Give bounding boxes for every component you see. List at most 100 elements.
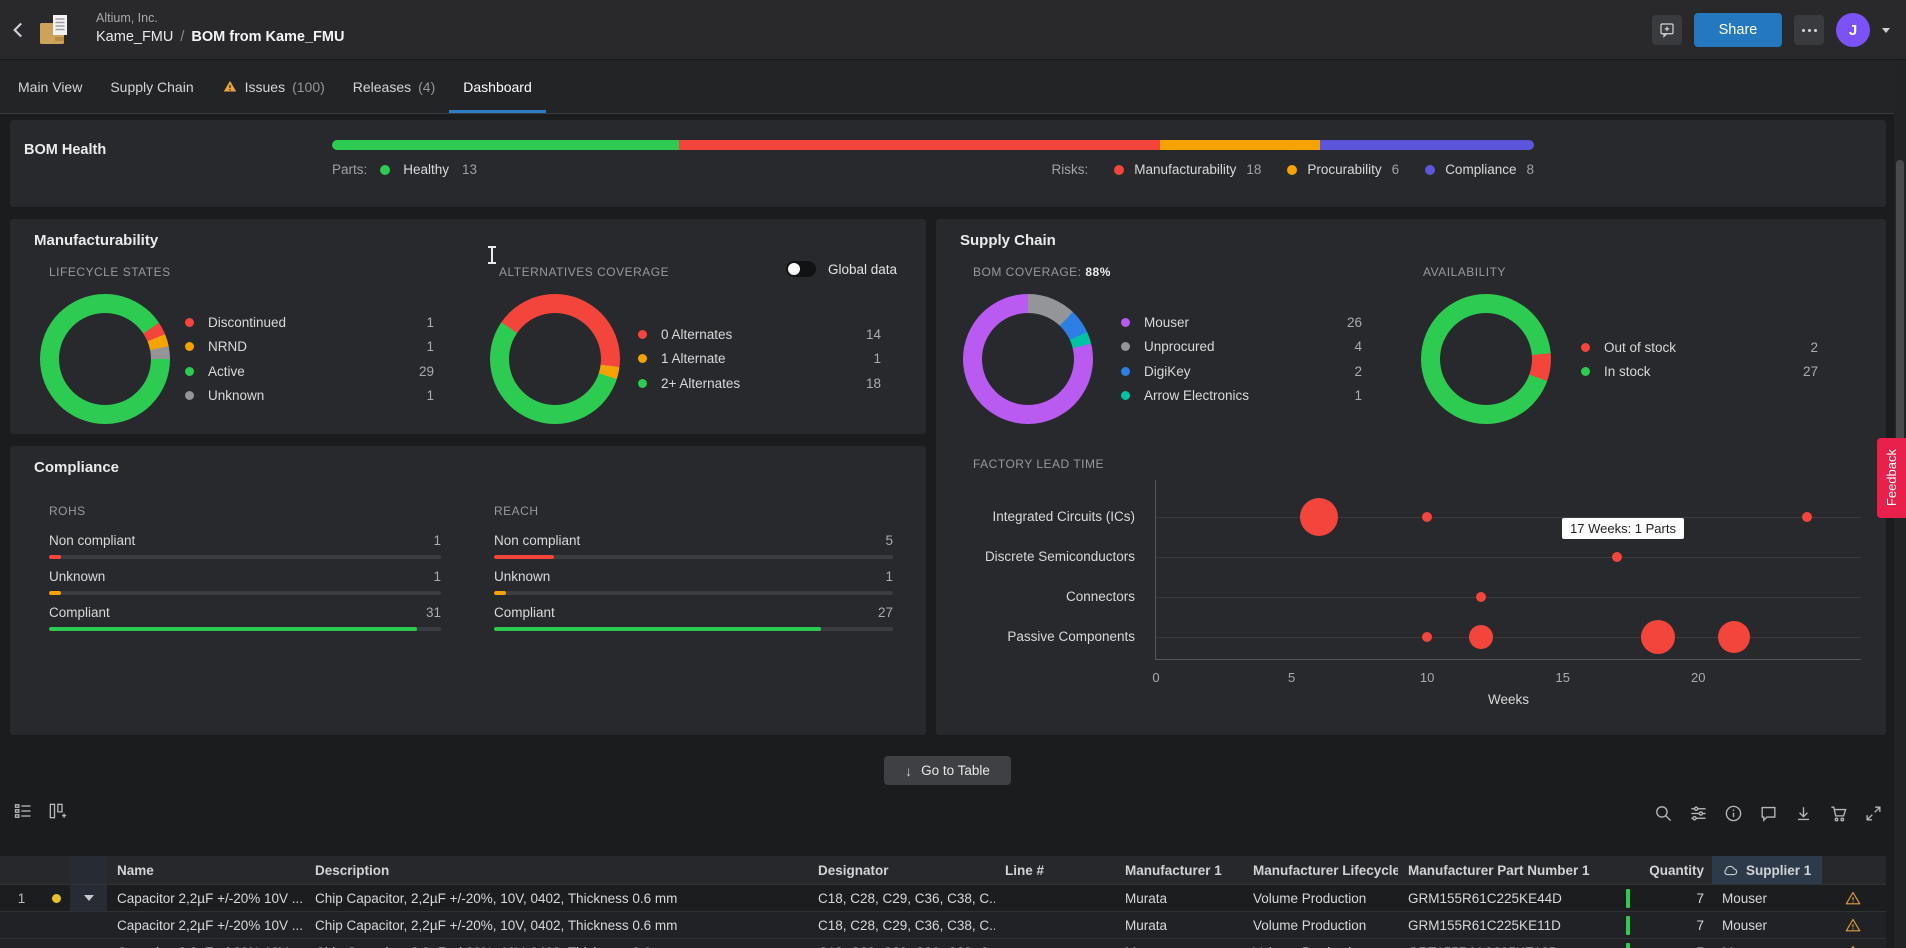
tab-main-view[interactable]: Main View (4, 60, 96, 113)
lead-time-bubble[interactable] (1469, 625, 1493, 649)
legend-item: 0 Alternates14 (638, 322, 881, 347)
row-warning-icon[interactable] (1844, 890, 1862, 907)
go-to-table-button[interactable]: ↓ Go to Table (884, 756, 1011, 785)
row-warning-icon[interactable] (1844, 917, 1862, 934)
ellipsis-icon (1802, 29, 1817, 32)
share-button[interactable]: Share (1694, 13, 1782, 47)
tab-releases[interactable]: Releases (4) (339, 60, 450, 113)
table-header-row: Name Description Designator Line # Manuf… (0, 856, 1886, 884)
legend-dot (380, 165, 390, 175)
search-button[interactable] (1652, 802, 1674, 824)
lead-time-bubble[interactable] (1422, 512, 1432, 522)
issues-count: (100) (292, 79, 325, 95)
x-tick: 15 (1555, 670, 1569, 685)
health-bar-segment-manufacturability (679, 140, 1160, 150)
expand-row-button[interactable] (70, 885, 107, 911)
avatar-caret-icon[interactable] (1882, 28, 1890, 33)
info-button[interactable] (1722, 802, 1744, 824)
download-button[interactable] (1792, 802, 1814, 824)
page-title: BOM from Kame_FMU (191, 29, 344, 45)
breadcrumb: Altium, Inc. Kame_FMU/BOM from Kame_FMU (96, 11, 344, 45)
add-comment-button[interactable] (1652, 15, 1682, 45)
toggle-switch[interactable] (786, 261, 816, 277)
column-header-lifecycle[interactable]: Manufacturer Lifecycle 1 (1243, 856, 1398, 884)
x-tick: 20 (1691, 670, 1705, 685)
back-button[interactable] (6, 17, 32, 43)
avatar[interactable]: J (1836, 13, 1870, 47)
stock-level-bar (1626, 943, 1630, 948)
legend-dot (1121, 318, 1130, 327)
lead-time-bubble[interactable] (1802, 512, 1812, 522)
reach-label: REACH (494, 504, 539, 518)
bom-coverage-value: 88% (1085, 265, 1111, 279)
legend-dot (1121, 342, 1130, 351)
legend-item: Unknown1 (185, 384, 434, 409)
column-header-mpn[interactable]: Manufacturer Part Number 1 (1398, 856, 1622, 884)
cloud-icon (1722, 863, 1739, 877)
global-data-toggle[interactable]: Global data (786, 261, 897, 277)
compliance-row: Unknown1 (494, 568, 893, 595)
cart-button[interactable] (1827, 802, 1849, 824)
tab-issues[interactable]: Issues (100) (208, 60, 339, 113)
column-header-description[interactable]: Description (305, 856, 808, 884)
column-header-designator[interactable]: Designator (808, 856, 995, 884)
legend-dot (185, 367, 194, 376)
column-header-line[interactable]: Line # (995, 856, 1115, 884)
lead-time-bubble[interactable] (1641, 620, 1675, 654)
column-header-manufacturer[interactable]: Manufacturer 1 (1115, 856, 1243, 884)
filter-button[interactable] (1687, 802, 1709, 824)
manufacturability-card: Manufacturability LIFECYCLE STATES Disco… (10, 219, 926, 434)
comments-button[interactable] (1757, 802, 1779, 824)
legend-dot (185, 342, 194, 351)
table-row[interactable]: Capacitor 2,2µF +/-20% 10V Chip Capacito… (0, 938, 1886, 948)
lifecycle-donut-chart[interactable] (40, 294, 170, 424)
table-row[interactable]: Capacitor 2,2µF +/-20% 10V ... Chip Capa… (0, 911, 1886, 938)
lead-time-bubble[interactable] (1422, 632, 1432, 642)
more-options-button[interactable] (1794, 15, 1824, 45)
fullscreen-button[interactable] (1862, 802, 1884, 824)
breadcrumb-project[interactable]: Kame_FMU (96, 29, 173, 45)
legend-item: In stock27 (1581, 360, 1818, 385)
lead-time-bubble-chart[interactable]: 0 5 10 15 20 Weeks 17 Weeks: 1 Parts (1155, 480, 1861, 660)
bom-health-title: BOM Health (24, 142, 106, 158)
legend-dot (1114, 165, 1124, 175)
group-columns-button[interactable] (46, 800, 68, 822)
lifecycle-states-label: LIFECYCLE STATES (49, 265, 171, 279)
x-axis-label: Weeks (1488, 692, 1529, 707)
bom-coverage-donut-chart[interactable] (963, 294, 1093, 424)
reach-bars: Non compliant5 Unknown1 Compliant27 (494, 532, 893, 640)
download-icon (1794, 804, 1813, 823)
bom-health-card: BOM Health Parts: Healthy 13 Risks: Manu… (10, 120, 1886, 207)
legend-item: Arrow Electronics1 (1121, 384, 1362, 409)
lead-time-bubble[interactable] (1718, 621, 1750, 653)
comment-icon (1759, 804, 1778, 823)
legend-dot (1287, 165, 1297, 175)
search-icon (1654, 804, 1673, 823)
row-warning-icon[interactable] (1844, 944, 1862, 948)
lead-time-bubble[interactable] (1300, 498, 1338, 536)
status-dot (52, 894, 61, 903)
tab-dashboard[interactable]: Dashboard (449, 60, 546, 113)
bom-health-legend: Parts: Healthy 13 Risks: Manufacturabili… (332, 162, 1534, 177)
feedback-tab[interactable]: Feedback (1877, 438, 1906, 518)
legend-item: NRND1 (185, 335, 434, 360)
alternatives-donut-chart[interactable] (490, 294, 620, 424)
column-header-name[interactable]: Name (107, 856, 305, 884)
chevron-left-icon (6, 17, 32, 43)
tab-supply-chain[interactable]: Supply Chain (96, 60, 207, 113)
lead-time-bubble[interactable] (1612, 552, 1622, 562)
manufacturability-title: Manufacturability (34, 232, 158, 249)
legend-item: 1 Alternate1 (638, 347, 881, 372)
bom-coverage-legend: Mouser26 Unprocured4 DigiKey2 Arrow Elec… (1121, 310, 1362, 408)
lead-time-bubble[interactable] (1476, 592, 1486, 602)
column-header-supplier[interactable]: Supplier 1 (1712, 856, 1822, 884)
parts-label: Parts: (332, 162, 367, 177)
legend-item: Discontinued1 (185, 310, 434, 335)
workspace-name: Altium, Inc. (96, 11, 344, 25)
health-bar-segment-procurability (1160, 140, 1320, 150)
view-configuration-button[interactable] (12, 800, 34, 822)
availability-donut-chart[interactable] (1421, 294, 1551, 424)
info-icon (1724, 804, 1743, 823)
column-header-quantity[interactable]: Quantity (1622, 856, 1712, 884)
table-row[interactable]: 1 Capacitor 2,2µF +/-20% 10V ... Chip Ca… (0, 884, 1886, 911)
